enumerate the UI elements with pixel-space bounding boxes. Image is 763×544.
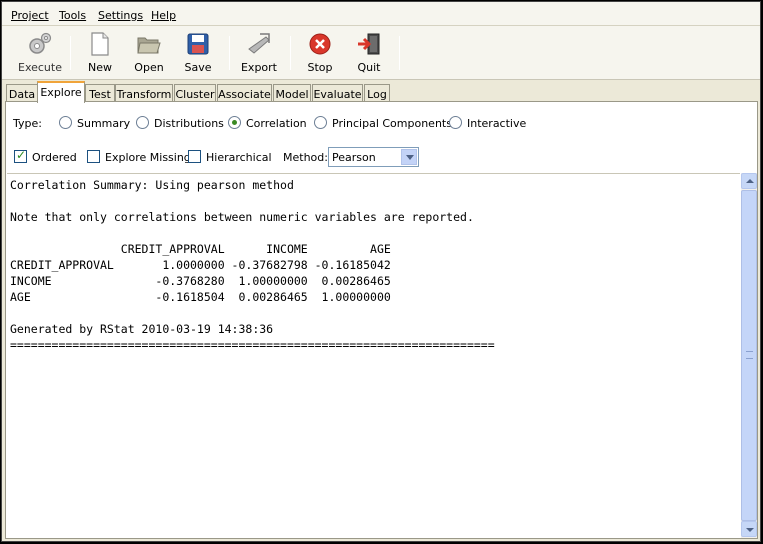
radio-interactive[interactable] bbox=[449, 116, 462, 129]
radio-distributions[interactable] bbox=[136, 116, 149, 129]
tab-log[interactable]: Log bbox=[364, 84, 390, 102]
options-row: Ordered Explore Missing Hierarchical Met… bbox=[6, 146, 757, 168]
output-text: Correlation Summary: Using pearson metho… bbox=[10, 178, 495, 352]
method-select[interactable]: Pearson bbox=[328, 147, 419, 167]
scroll-up-icon[interactable] bbox=[741, 173, 757, 189]
radio-principal-components-label[interactable]: Principal Components bbox=[332, 117, 452, 130]
toolbar: Execute New Open Save Export Stop Quit bbox=[2, 26, 760, 80]
menu-help[interactable]: Help bbox=[151, 9, 176, 22]
stop-button[interactable]: Stop bbox=[296, 29, 344, 77]
new-document-icon bbox=[91, 32, 109, 56]
radio-summary[interactable] bbox=[59, 116, 72, 129]
tab-evaluate[interactable]: Evaluate bbox=[312, 84, 363, 102]
tab-bar: Data Explore Test Transform Cluster Asso… bbox=[2, 80, 760, 103]
menu-settings[interactable]: Settings bbox=[98, 9, 143, 22]
output-textarea[interactable]: Correlation Summary: Using pearson metho… bbox=[7, 173, 740, 538]
export-icon bbox=[248, 33, 270, 54]
new-button[interactable]: New bbox=[76, 29, 124, 77]
menu-tools[interactable]: Tools bbox=[59, 9, 86, 22]
ordered-checkbox[interactable] bbox=[14, 148, 27, 163]
hierarchical-label[interactable]: Hierarchical bbox=[206, 151, 272, 164]
radio-interactive-label[interactable]: Interactive bbox=[467, 117, 526, 130]
scrollbar-thumb[interactable] bbox=[741, 190, 757, 521]
chevron-down-icon[interactable] bbox=[401, 149, 417, 165]
explore-panel: Type: Summary Distributions Correlation … bbox=[5, 101, 758, 539]
type-row: Type: Summary Distributions Correlation … bbox=[6, 113, 757, 135]
save-button[interactable]: Save bbox=[174, 29, 222, 77]
tab-explore[interactable]: Explore bbox=[37, 81, 85, 103]
tab-associate[interactable]: Associate bbox=[217, 84, 272, 102]
toolbar-separator bbox=[70, 36, 71, 70]
execute-button[interactable]: Execute bbox=[16, 29, 64, 77]
hierarchical-checkbox[interactable] bbox=[188, 150, 201, 163]
folder-open-icon bbox=[137, 37, 161, 54]
radio-principal-components[interactable] bbox=[314, 116, 327, 129]
quit-button[interactable]: Quit bbox=[345, 29, 393, 77]
toolbar-separator bbox=[229, 36, 230, 70]
menu-project[interactable]: Project bbox=[11, 9, 49, 22]
stop-icon bbox=[309, 33, 331, 55]
gears-icon bbox=[29, 32, 52, 54]
tab-model[interactable]: Model bbox=[273, 84, 311, 102]
ordered-label[interactable]: Ordered bbox=[32, 151, 77, 164]
radio-correlation[interactable] bbox=[228, 116, 241, 129]
type-label: Type: bbox=[13, 117, 42, 130]
explore-missing-label[interactable]: Explore Missing bbox=[105, 151, 191, 164]
tab-data[interactable]: Data bbox=[6, 84, 38, 102]
tab-transform[interactable]: Transform bbox=[115, 84, 173, 102]
app-window: Project Tools Settings Help Execute New bbox=[1, 1, 761, 542]
open-button[interactable]: Open bbox=[125, 29, 173, 77]
radio-summary-label[interactable]: Summary bbox=[77, 117, 130, 130]
method-label: Method: bbox=[283, 151, 328, 164]
radio-distributions-label[interactable]: Distributions bbox=[154, 117, 224, 130]
radio-correlation-label[interactable]: Correlation bbox=[246, 117, 307, 130]
menu-bar: Project Tools Settings Help bbox=[2, 2, 760, 26]
toolbar-separator bbox=[290, 36, 291, 70]
tab-cluster[interactable]: Cluster bbox=[174, 84, 216, 102]
scroll-down-icon[interactable] bbox=[741, 521, 757, 537]
floppy-disk-icon bbox=[187, 33, 209, 55]
export-button[interactable]: Export bbox=[235, 29, 283, 77]
method-select-value: Pearson bbox=[332, 151, 376, 164]
tab-test[interactable]: Test bbox=[85, 84, 115, 102]
exit-door-icon bbox=[358, 33, 380, 55]
toolbar-separator bbox=[399, 36, 400, 70]
explore-missing-checkbox[interactable] bbox=[87, 150, 100, 163]
vertical-scrollbar[interactable] bbox=[741, 173, 757, 538]
